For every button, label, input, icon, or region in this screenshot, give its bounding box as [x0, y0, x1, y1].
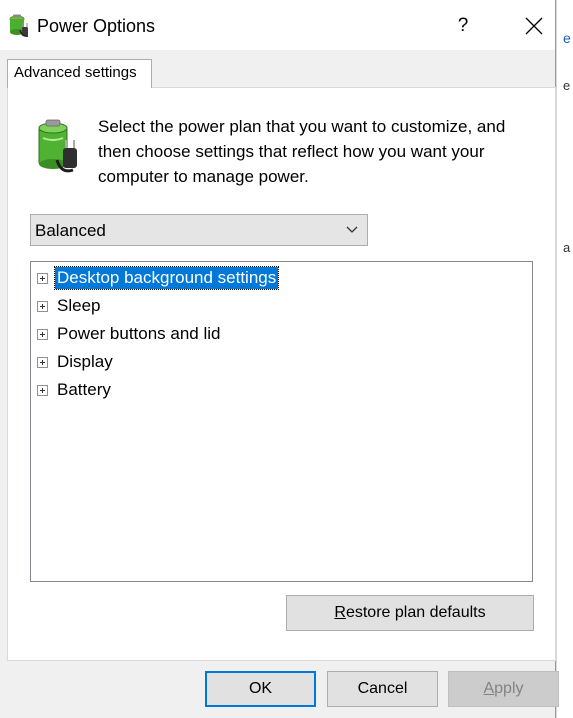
- expand-plus-icon[interactable]: [37, 328, 48, 340]
- settings-tree[interactable]: Desktop background settings Sleep Power …: [30, 261, 533, 582]
- power-options-dialog: Power Options ? Advanced settings Select…: [0, 0, 559, 718]
- restore-label: estore plan defaults: [345, 604, 486, 621]
- cancel-button[interactable]: Cancel: [327, 671, 438, 707]
- restore-mnemonic: R: [334, 604, 346, 621]
- power-plan-dropdown[interactable]: Balanced: [30, 214, 368, 246]
- power-options-app-icon: [9, 14, 29, 37]
- tree-item-display[interactable]: Display: [37, 350, 115, 374]
- expand-plus-icon[interactable]: [37, 272, 48, 284]
- chevron-down-icon: [346, 226, 358, 233]
- background-text-fragment: e: [563, 30, 571, 46]
- title-bar[interactable]: Power Options ?: [0, 0, 555, 50]
- help-icon: ?: [457, 15, 469, 36]
- expand-plus-icon[interactable]: [37, 356, 48, 368]
- background-text-fragment: e: [563, 78, 571, 93]
- close-icon: [525, 17, 543, 35]
- expand-plus-icon[interactable]: [37, 300, 48, 312]
- apply-button[interactable]: Apply: [448, 671, 559, 707]
- expand-plus-icon[interactable]: [37, 384, 48, 396]
- tree-item-label: Power buttons and lid: [57, 324, 221, 343]
- power-plan-selected-value: Balanced: [35, 221, 106, 240]
- description-text: Select the power plan that you want to c…: [98, 117, 506, 186]
- tree-item-label: Sleep: [57, 296, 101, 315]
- tree-item-sleep[interactable]: Sleep: [37, 294, 102, 318]
- tree-item-label: Display: [57, 352, 113, 371]
- apply-mnemonic: A: [483, 680, 495, 697]
- ok-button[interactable]: OK: [205, 671, 316, 707]
- tree-item-desktop-background[interactable]: Desktop background settings: [37, 266, 280, 290]
- cancel-label: Cancel: [357, 680, 408, 697]
- background-text-fragment: a: [563, 240, 571, 255]
- ok-label: OK: [248, 680, 273, 697]
- restore-plan-defaults-button[interactable]: Restore plan defaults: [286, 595, 534, 631]
- tree-item-power-buttons[interactable]: Power buttons and lid: [37, 322, 223, 346]
- close-button[interactable]: [510, 6, 556, 46]
- help-button[interactable]: ?: [440, 6, 486, 46]
- tree-item-label: Desktop background settings: [53, 266, 280, 290]
- background-window: e e a: [556, 0, 573, 718]
- tree-item-battery[interactable]: Battery: [37, 378, 113, 402]
- tree-item-label: Battery: [57, 380, 111, 399]
- tab-advanced-settings[interactable]: Advanced settings: [7, 59, 152, 88]
- apply-label: pply: [494, 680, 524, 697]
- tab-label: Advanced settings: [14, 64, 137, 81]
- battery-plug-icon: [38, 119, 77, 173]
- window-title: Power Options: [37, 16, 156, 36]
